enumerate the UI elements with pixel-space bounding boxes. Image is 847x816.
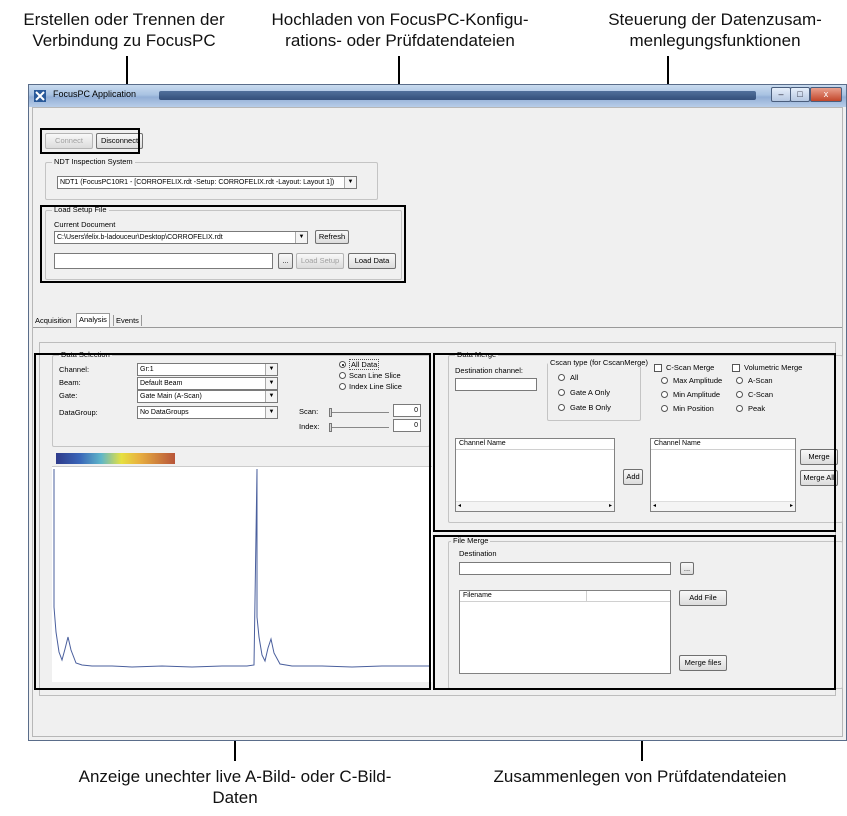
callout-upload: Hochladen von FocusPC-Konfigu- rations- … xyxy=(250,9,550,51)
ndt-system-select[interactable]: NDT1 (FocusPC10R1 - [CORROFELIX.rdt -Set… xyxy=(57,176,357,189)
callout-connect: Erstellen oder Trennen der Verbindung zu… xyxy=(0,9,248,51)
callout-file-merge: Zusammenlegen von Prüfdatendateien xyxy=(460,766,820,787)
tab-events[interactable]: Events xyxy=(113,315,142,326)
callout-display-text: Anzeige unechter live A-Bild- oder C-Bil… xyxy=(78,767,392,807)
close-button[interactable]: x xyxy=(810,87,842,102)
window-title: FocusPC Application xyxy=(53,89,137,99)
ndt-inspection-group: NDT Inspection System NDT1 (FocusPC10R1 … xyxy=(45,157,378,200)
callout-box-upload xyxy=(40,205,406,283)
callout-box-connect xyxy=(40,128,140,154)
tab-divider xyxy=(33,327,842,328)
title-bar[interactable]: FocusPC Application – □ x xyxy=(29,85,846,107)
callout-box-file-merge xyxy=(433,535,836,690)
tab-acquisition[interactable]: Acquisition xyxy=(33,315,73,326)
callout-box-merge-control xyxy=(433,353,836,532)
tab-analysis[interactable]: Analysis xyxy=(76,313,110,327)
ndt-system-value: NDT1 (FocusPC10R1 - [CORROFELIX.rdt -Set… xyxy=(60,179,335,186)
title-bar-fill xyxy=(159,91,756,100)
ndt-inspection-label: NDT Inspection System xyxy=(52,157,135,166)
callout-upload-text: Hochladen von FocusPC-Konfigu- rations- … xyxy=(271,10,529,50)
callout-connect-text: Erstellen oder Trennen der Verbindung zu… xyxy=(23,10,225,50)
callout-display: Anzeige unechter live A-Bild- oder C-Bil… xyxy=(20,766,450,808)
minimize-button[interactable]: – xyxy=(771,87,791,102)
callout-file-merge-text: Zusammenlegen von Prüfdatendateien xyxy=(493,767,787,786)
callout-box-display xyxy=(34,353,431,690)
callout-merge-control: Steuerung der Datenzusam- menlegungsfunk… xyxy=(585,9,845,51)
maximize-button[interactable]: □ xyxy=(790,87,810,102)
callout-merge-control-text: Steuerung der Datenzusam- menlegungsfunk… xyxy=(608,10,822,50)
app-icon xyxy=(34,90,46,102)
chevron-down-icon: ▼ xyxy=(344,177,356,188)
